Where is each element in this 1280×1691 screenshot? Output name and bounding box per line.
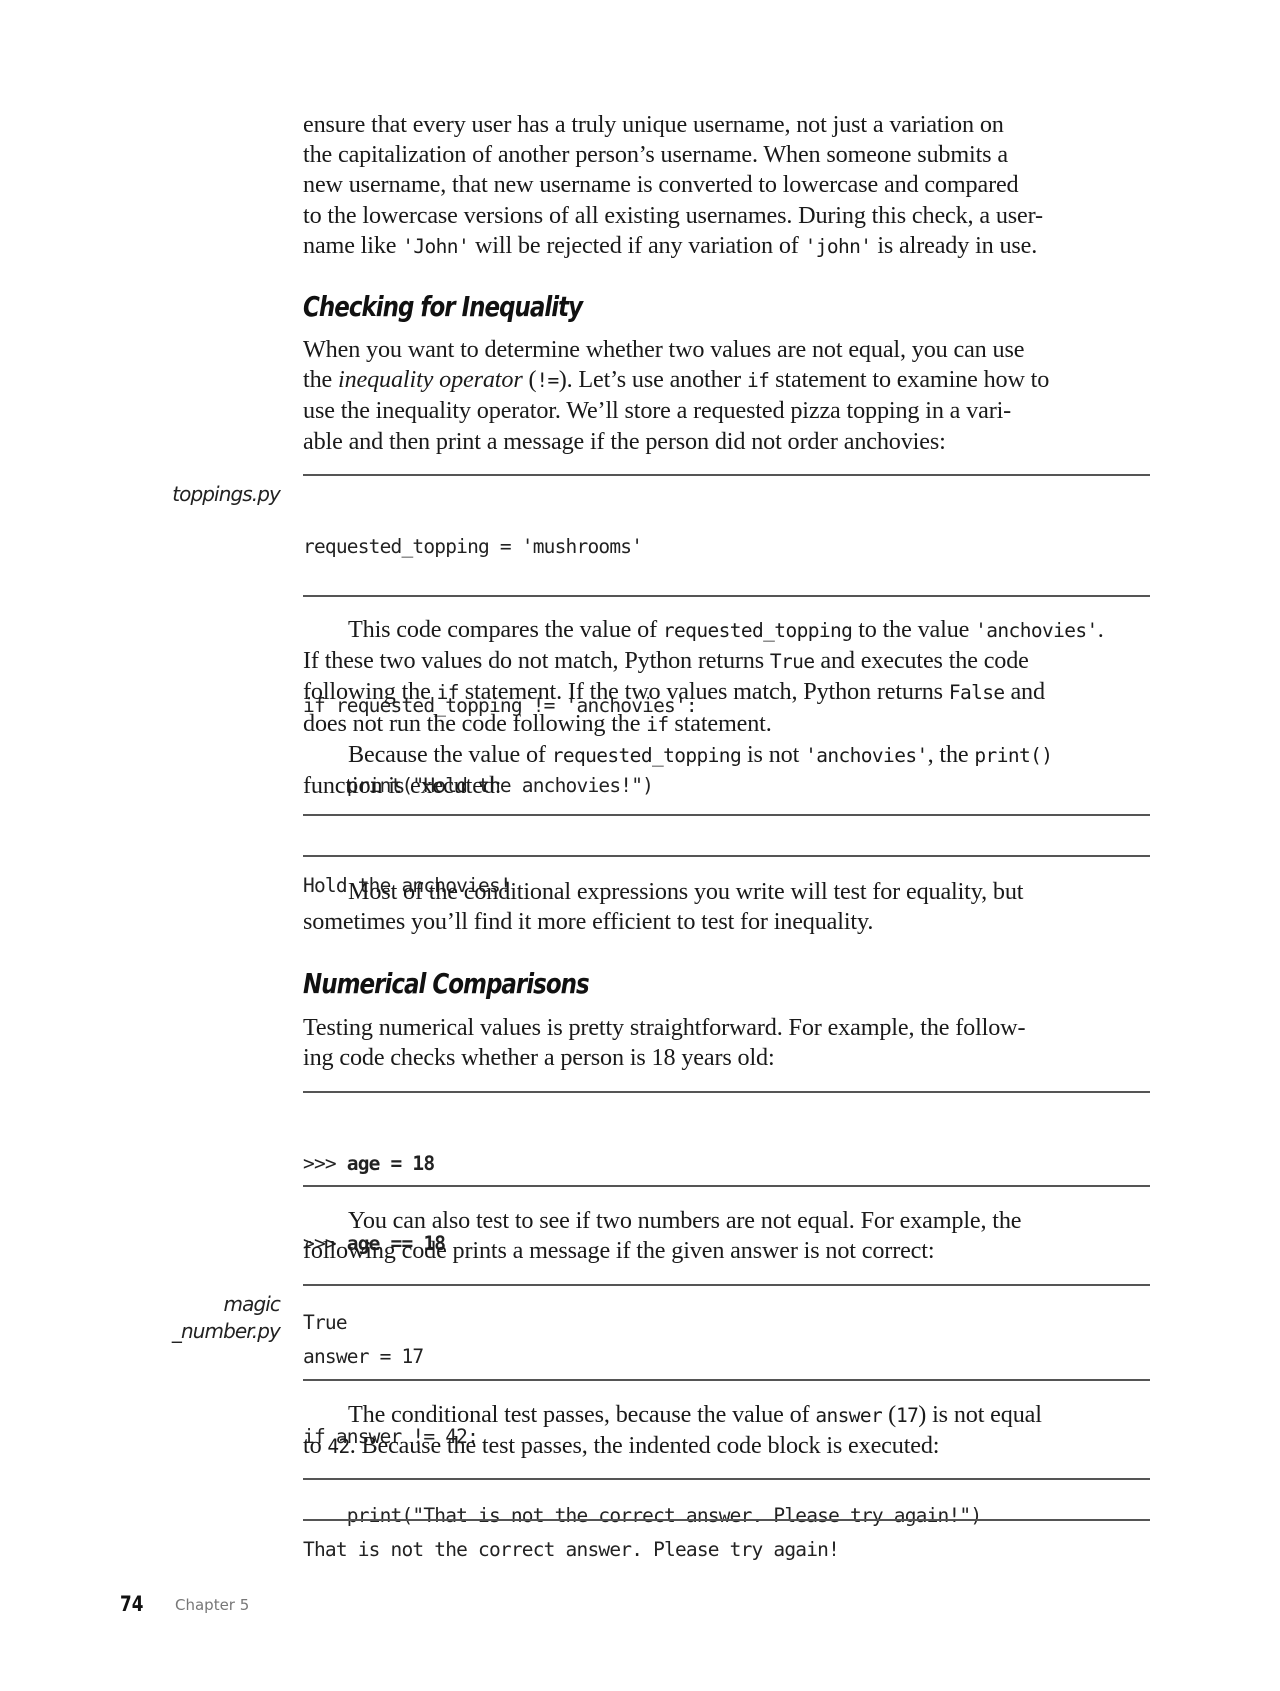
inline-code: 17 [896, 1404, 919, 1427]
output-rule-bottom [303, 1519, 1150, 1521]
text-line: does not run the code following the if s… [303, 709, 1150, 740]
text: the [303, 366, 338, 394]
text: statement to examine how to [769, 366, 1050, 394]
paragraph-equality-note: Most of the conditional expressions you … [303, 877, 1150, 937]
code-line: answer = 17 [303, 1345, 424, 1368]
text: . Because the test passes, the indented … [349, 1432, 940, 1460]
text: The conditional test passes, because the… [348, 1401, 816, 1428]
text-line: You can also test to see if two numbers … [348, 1207, 1022, 1234]
text-line: following code prints a message if the g… [303, 1237, 935, 1265]
text-line: function is executed: [303, 772, 502, 800]
text-line: to the lowercase versions of all existin… [303, 201, 1043, 229]
paragraph-numerical-intro: Testing numerical values is pretty strai… [303, 1013, 1150, 1073]
text: ( [882, 1401, 897, 1428]
text-line: ensure that every user has a truly uniqu… [303, 111, 1004, 138]
inline-code: requested_topping [662, 619, 853, 642]
output-rule-bottom [303, 855, 1150, 857]
section-heading-numerical: Numerical Comparisons [303, 967, 590, 1000]
output-line: That is not the correct answer. Please t… [303, 1538, 840, 1561]
inline-code: != [536, 369, 559, 393]
text: This code compares the value of [348, 616, 663, 643]
text-line: following the if statement. If the two v… [303, 677, 1150, 708]
text: If these two values do not match, Python… [303, 647, 770, 675]
text-line: ing code checks whether a person is 18 y… [303, 1044, 775, 1072]
code-filename-label: magic _number.py [80, 1291, 281, 1344]
inline-code: if [436, 681, 460, 705]
text: name like [303, 231, 403, 259]
inline-code: 'john' [804, 234, 872, 258]
text-line: name like 'John' will be rejected if any… [303, 231, 1150, 262]
text-line: use the inequality operator. We’ll store… [303, 397, 1012, 425]
text-line: sometimes you’ll find it more efficient … [303, 908, 874, 936]
code-rule-bottom [303, 1185, 1150, 1187]
filename-part: magic [223, 1292, 281, 1316]
input-code: age = 18 [346, 1152, 435, 1175]
inline-code: 'John' [402, 234, 470, 258]
prompt: >>> [303, 1152, 347, 1175]
text: ). Let’s use another [558, 366, 747, 394]
text-line: Because the value of requested_topping i… [303, 740, 1150, 771]
inline-code: 42 [327, 1435, 350, 1459]
paragraph-not-equal-intro: You can also test to see if two numbers … [303, 1206, 1150, 1266]
text: is not [741, 740, 806, 768]
text: ( [522, 366, 537, 394]
text-line: the inequality operator (!=). Let’s use … [303, 365, 1150, 396]
inline-code: 'anchovies' [805, 743, 928, 767]
code-line: requested_topping = 'mushrooms' [303, 535, 643, 558]
code-line: >>> age = 18 [303, 1151, 1150, 1178]
text: following the [303, 678, 437, 706]
inline-code: False [948, 681, 1005, 705]
text-line: new username, that new username is conve… [303, 171, 1019, 199]
code-rule-top [303, 1091, 1150, 1093]
text: and executes the code [814, 647, 1029, 675]
paragraph-inequality-intro: When you want to determine whether two v… [303, 335, 1150, 457]
text: will be rejected if any variation of [469, 231, 805, 259]
inline-code: True [769, 650, 815, 674]
text: Because the value of [348, 740, 552, 768]
inline-code: if [646, 712, 669, 736]
emphasis-term: inequality operator [338, 366, 523, 394]
text-line: able and then print a message if the per… [303, 427, 946, 455]
output-rule-top [303, 1478, 1150, 1480]
paragraph-username-check: ensure that every user has a truly uniqu… [303, 110, 1150, 262]
section-heading-inequality: Checking for Inequality [303, 290, 583, 323]
text-line: to 42. Because the test passes, the inde… [303, 1431, 1150, 1462]
text-line: Most of the conditional expressions you … [348, 878, 1024, 905]
text: does not run the code following the [303, 709, 647, 737]
paragraph-test-passes: The conditional test passes, because the… [303, 1400, 1150, 1462]
inline-code: 'anchovies' [975, 619, 1098, 642]
text-line: This code compares the value of requeste… [303, 615, 1150, 646]
code-rule-bottom [303, 595, 1150, 597]
inline-code: print() [974, 743, 1053, 767]
text-line: When you want to determine whether two v… [303, 336, 1025, 363]
inline-code: requested_topping [551, 743, 742, 767]
paragraph-code-explanation: This code compares the value of requeste… [303, 615, 1150, 801]
text: statement. If the two values match, Pyth… [458, 678, 949, 706]
inline-code: if [746, 369, 770, 393]
text-line: Testing numerical values is pretty strai… [303, 1014, 1026, 1041]
text: is already in use. [871, 231, 1038, 259]
output-block-wrong-answer: That is not the correct answer. Please t… [303, 1484, 1150, 1617]
filename-part: _number.py [171, 1318, 281, 1343]
text: , the [927, 740, 975, 768]
code-rule-bottom [303, 1379, 1150, 1381]
code-rule-top [303, 1284, 1150, 1286]
chapter-label: Chapter 5 [175, 1596, 250, 1614]
text: statement. [668, 709, 772, 737]
page-number: 74 [120, 1592, 144, 1616]
text: to the value [852, 616, 976, 643]
text: and [1004, 678, 1045, 706]
output-rule-top [303, 814, 1150, 816]
text-line: The conditional test passes, because the… [303, 1400, 1150, 1431]
code-rule-top [303, 474, 1150, 476]
text: . [1097, 616, 1104, 643]
text-line: the capitalization of another person’s u… [303, 141, 1008, 169]
inline-code: answer [815, 1404, 883, 1427]
text: ) is not equal [918, 1401, 1042, 1428]
book-page: ensure that every user has a truly uniqu… [0, 0, 1280, 1691]
code-filename-label: toppings.py [172, 482, 281, 506]
text-line: If these two values do not match, Python… [303, 646, 1150, 677]
text: to [303, 1432, 328, 1460]
